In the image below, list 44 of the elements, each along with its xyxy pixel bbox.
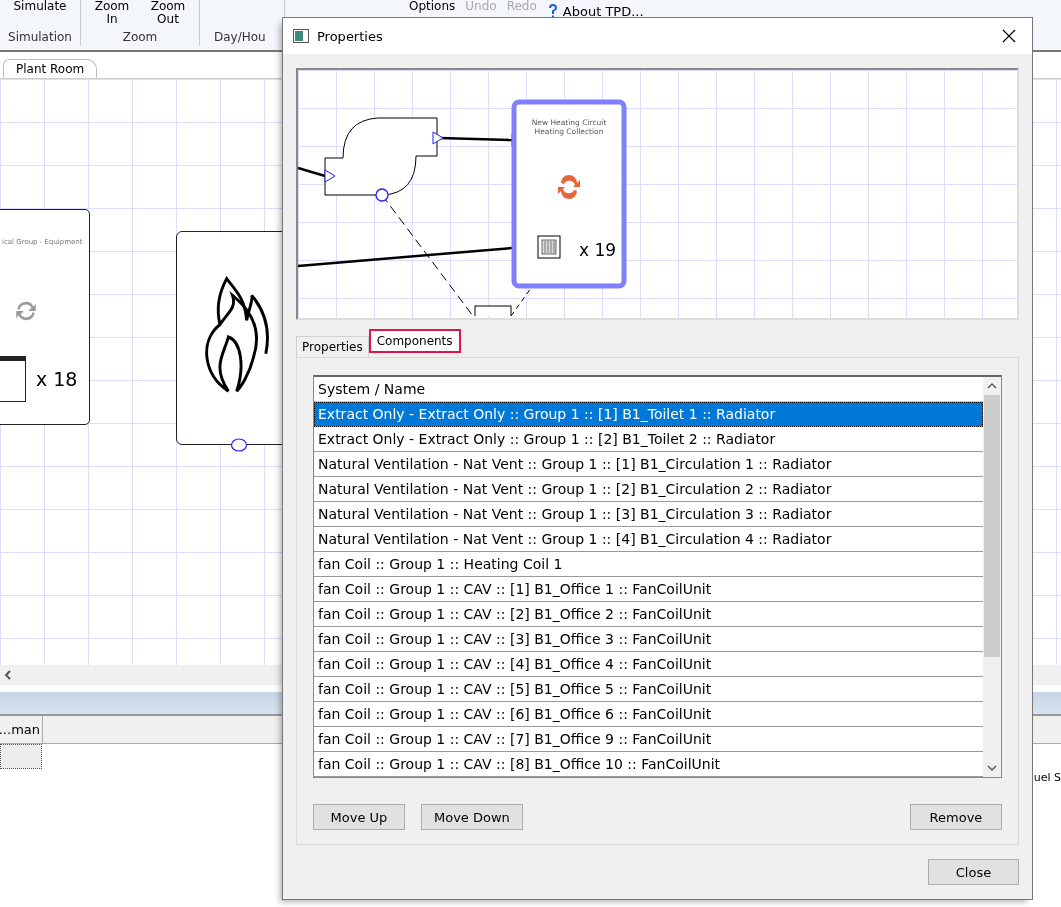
scroll-up-icon[interactable] — [987, 383, 997, 389]
remove-button[interactable]: Remove — [910, 804, 1002, 830]
count-label: x 18 — [36, 368, 78, 390]
list-row[interactable]: Natural Ventilation - Nat Vent :: Group 1 :: [2] B1_Circulation 2 :: Radiator — [314, 477, 983, 502]
list-row[interactable]: Extract Only - Extract Only :: Group 1 :: [1] B1_Toilet 1 :: Radiator — [314, 402, 983, 427]
list-row[interactable]: Extract Only - Extract Only :: Group 1 :: [2] B1_Toilet 2 :: Radiator — [314, 427, 983, 452]
scroll-down-icon[interactable] — [987, 765, 997, 771]
close-button[interactable]: Close — [928, 859, 1019, 885]
group-label: Zoom — [121, 30, 159, 46]
list-row[interactable]: fan Coil :: Group 1 :: CAV :: [8] B1_Office 10 :: FanCoilUnit — [314, 752, 983, 777]
window-title: Properties — [317, 28, 384, 44]
list-row[interactable]: fan Coil :: Group 1 :: CAV :: [6] B1_Office 6 :: FanCoilUnit — [314, 702, 983, 727]
list-row[interactable]: fan Coil :: Group 1 :: CAV :: [2] B1_Office 2 :: FanCoilUnit — [314, 602, 983, 627]
window-icon — [293, 29, 309, 43]
list-row[interactable]: fan Coil :: Group 1 :: CAV :: [5] B1_Office 5 :: FanCoilUnit — [314, 677, 983, 702]
list-row[interactable]: Natural Ventilation - Nat Vent :: Group 1 :: [4] B1_Circulation 4 :: Radiator — [314, 527, 983, 552]
column-header[interactable]: man... — [0, 716, 43, 743]
list-row[interactable]: fan Coil :: Group 1 :: CAV :: [1] B1_Office 1 :: FanCoilUnit — [314, 577, 983, 602]
list-row[interactable]: fan Coil :: Group 1 :: CAV :: [3] B1_Office 3 :: FanCoilUnit — [314, 627, 983, 652]
list-row[interactable]: Natural Ventilation - Nat Vent :: Group 1 :: [3] B1_Circulation 3 :: Radiator — [314, 502, 983, 527]
zoom-in-button[interactable]: Zoom In — [85, 0, 139, 26]
dialog-tab[interactable]: Properties — [296, 336, 369, 357]
radiator-icon — [537, 235, 561, 259]
scrollbar[interactable] — [983, 377, 1001, 777]
count-label: x 19 — [579, 240, 617, 260]
column-header: uel S — [1033, 771, 1061, 784]
zoom-out-button[interactable]: Zoom Out — [141, 0, 195, 26]
refresh-icon — [558, 175, 580, 199]
list-row[interactable]: Natural Ventilation - Nat Vent :: Group 1 :: [1] B1_Circulation 1 :: Radiator — [314, 452, 983, 477]
list-row[interactable]: fan Coil :: Group 1 :: CAV :: [4] B1_Office 4 :: FanCoilUnit — [314, 652, 983, 677]
options-button[interactable]: Options — [405, 0, 460, 13]
focused-cell[interactable] — [0, 744, 42, 769]
list-row[interactable]: fan Coil :: Group 1 :: CAV :: [7] B1_Office 9 :: FanCoilUnit — [314, 727, 983, 752]
group-label: Day/Hou — [213, 30, 266, 46]
close-icon[interactable] — [1002, 29, 1016, 43]
scroll-left-icon[interactable] — [4, 670, 12, 680]
scroll-thumb[interactable] — [984, 395, 1000, 657]
dialog-tab[interactable]: Components — [368, 329, 461, 353]
list-row[interactable]: fan Coil :: Group 1 :: Heating Coil 1 — [314, 552, 983, 577]
group-label: Simulation — [7, 30, 73, 46]
move-down-button[interactable]: Move Down — [421, 804, 523, 830]
move-up-button[interactable]: Move Up — [313, 804, 405, 830]
simulate-button[interactable]: Simulate — [9, 0, 71, 13]
document-tab[interactable]: Plant Room — [3, 59, 98, 78]
